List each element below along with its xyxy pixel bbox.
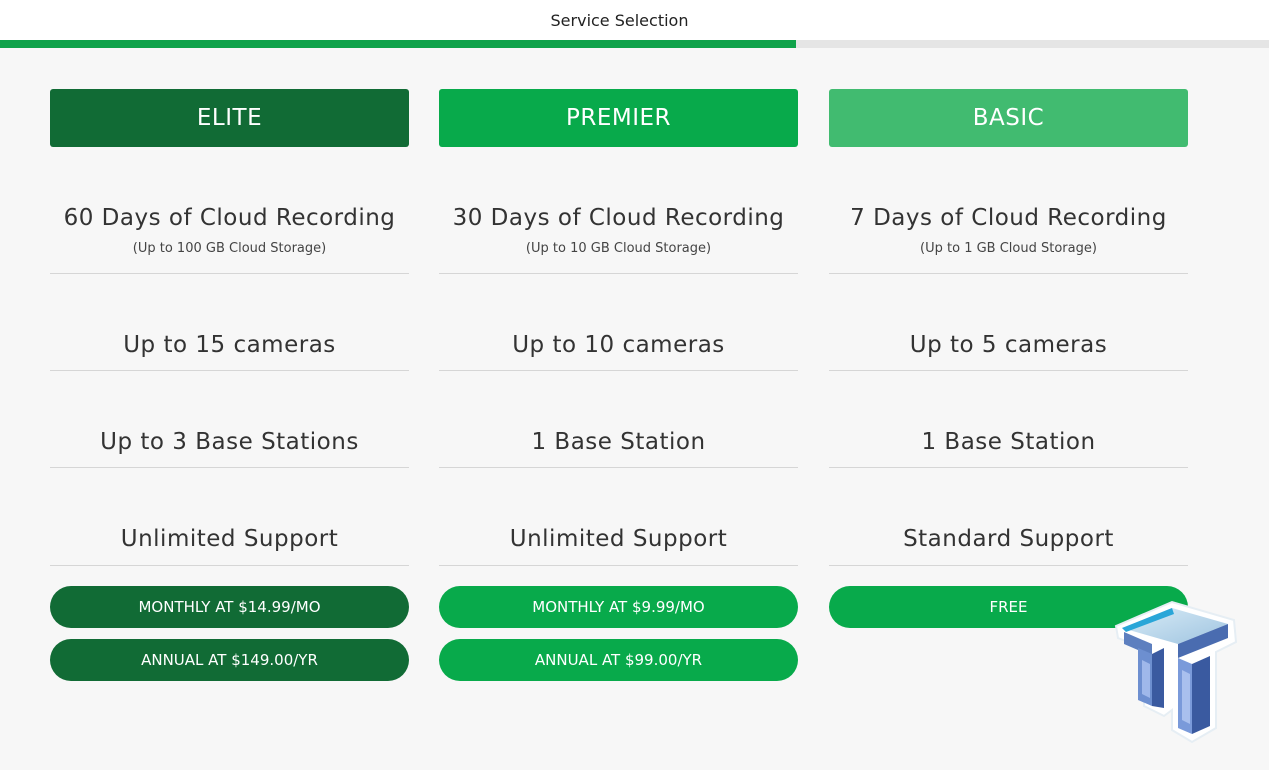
feature-cameras: Up to 10 cameras [439, 332, 798, 371]
feature-base-stations: 1 Base Station [439, 429, 798, 468]
feature-cameras: Up to 15 cameras [50, 332, 409, 371]
feature-cameras: Up to 5 cameras [829, 332, 1188, 371]
support-level: Standard Support [903, 526, 1114, 552]
progress-bar-fill [0, 40, 796, 48]
plan-column-premier: PREMIER 30 Days of Cloud Recording (Up t… [439, 89, 798, 681]
base-station-limit: Up to 3 Base Stations [100, 429, 359, 455]
camera-limit: Up to 15 cameras [123, 332, 336, 358]
cloud-storage-limit: (Up to 1 GB Cloud Storage) [920, 241, 1097, 256]
feature-cloud-recording: 7 Days of Cloud Recording (Up to 1 GB Cl… [829, 205, 1188, 274]
support-level: Unlimited Support [509, 526, 728, 552]
feature-support: Unlimited Support [50, 526, 409, 566]
plan-column-elite: ELITE 60 Days of Cloud Recording (Up to … [50, 89, 409, 681]
plan-column-basic: BASIC 7 Days of Cloud Recording (Up to 1… [829, 89, 1188, 628]
cloud-storage-limit: (Up to 100 GB Cloud Storage) [132, 241, 327, 256]
feature-cloud-recording: 60 Days of Cloud Recording (Up to 100 GB… [50, 205, 409, 274]
header-bar: Service Selection [0, 0, 1269, 40]
base-station-limit: 1 Base Station [921, 429, 1096, 455]
cloud-storage-limit: (Up to 10 GB Cloud Storage) [525, 241, 712, 256]
feature-support: Unlimited Support [439, 526, 798, 566]
page-title: Service Selection [550, 11, 689, 30]
base-station-limit: 1 Base Station [531, 429, 706, 455]
progress-bar [0, 40, 1269, 48]
monthly-price-button[interactable]: MONTHLY AT $14.99/MO [50, 586, 409, 628]
cloud-recording-days: 60 Days of Cloud Recording [63, 205, 396, 231]
cloud-recording-days: 30 Days of Cloud Recording [452, 205, 785, 231]
camera-limit: Up to 5 cameras [909, 332, 1108, 358]
feature-base-stations: Up to 3 Base Stations [50, 429, 409, 468]
plan-header-elite[interactable]: ELITE [50, 89, 409, 147]
feature-cloud-recording: 30 Days of Cloud Recording (Up to 10 GB … [439, 205, 798, 274]
plan-header-basic[interactable]: BASIC [829, 89, 1188, 147]
support-level: Unlimited Support [120, 526, 339, 552]
camera-limit: Up to 10 cameras [512, 332, 725, 358]
monthly-price-button[interactable]: MONTHLY AT $9.99/MO [439, 586, 798, 628]
tt-logo-icon [1114, 600, 1238, 744]
cloud-recording-days: 7 Days of Cloud Recording [850, 205, 1167, 231]
feature-support: Standard Support [829, 526, 1188, 566]
plan-header-premier[interactable]: PREMIER [439, 89, 798, 147]
annual-price-button[interactable]: ANNUAL AT $149.00/YR [50, 639, 409, 681]
annual-price-button[interactable]: ANNUAL AT $99.00/YR [439, 639, 798, 681]
feature-base-stations: 1 Base Station [829, 429, 1188, 468]
